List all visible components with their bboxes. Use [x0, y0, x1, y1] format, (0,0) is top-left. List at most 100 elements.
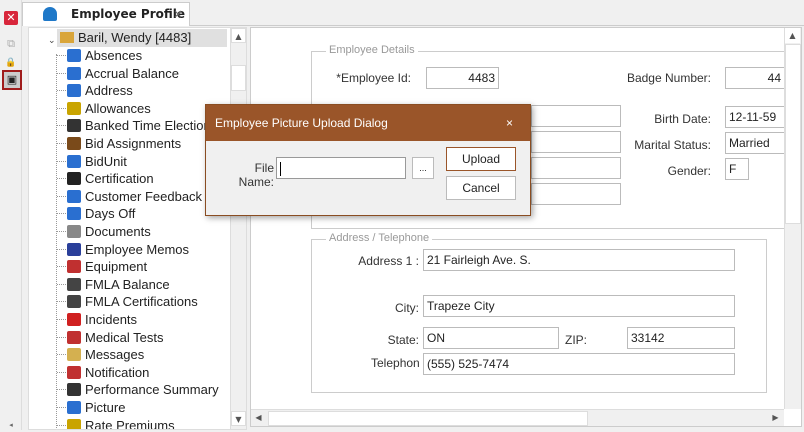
- marital-status-label: Marital Status:: [634, 138, 711, 152]
- copy-icon[interactable]: ⧉: [4, 37, 18, 51]
- tree-scrollbar[interactable]: ▲ ▼: [230, 28, 246, 429]
- birth-date-label: Birth Date:: [654, 112, 711, 126]
- tree-item-icon: [67, 383, 81, 397]
- tree-line: [57, 55, 66, 56]
- tree-item[interactable]: Banked Time Election: [57, 117, 211, 134]
- tree-item[interactable]: Performance Summary: [57, 381, 219, 398]
- tree-item[interactable]: BidUnit: [57, 153, 127, 170]
- scroll-up-button[interactable]: ▲: [231, 28, 246, 43]
- tree-item[interactable]: Employee Memos: [57, 241, 189, 258]
- tree-item-icon: [67, 172, 81, 186]
- birth-date-field[interactable]: 12-11-59: [725, 106, 785, 128]
- tree-item[interactable]: Address: [57, 82, 133, 99]
- tree-item-icon: [67, 207, 81, 221]
- chevron-down-icon[interactable]: ⌄: [48, 36, 56, 46]
- tree-item-icon: [67, 84, 81, 98]
- address1-label: Address 1 :: [358, 254, 419, 268]
- tree-line: [56, 54, 57, 429]
- form-horizontal-scrollbar[interactable]: ◀ ▶: [251, 409, 784, 426]
- file-name-label: File Name:: [238, 161, 274, 189]
- employee-id-label: *Employee Id:: [336, 71, 411, 85]
- tree-root-label: Baril, Wendy [4483]: [78, 30, 192, 45]
- tree-item[interactable]: Medical Tests: [57, 329, 164, 346]
- tree-item[interactable]: Equipment: [57, 258, 147, 275]
- tree-item-label: FMLA Certifications: [85, 294, 198, 310]
- tree-item-label: Performance Summary: [85, 382, 219, 398]
- tree-item-icon: [67, 260, 81, 274]
- tree-item-label: Rate Premiums: [85, 417, 175, 430]
- tree-item[interactable]: Allowances: [57, 100, 151, 117]
- scroll-down-button[interactable]: ▼: [231, 411, 246, 426]
- tree-item-icon: [67, 401, 81, 414]
- city-field[interactable]: Trapeze City: [423, 295, 735, 317]
- lock-icon[interactable]: 🔒: [4, 56, 18, 70]
- scroll-thumb[interactable]: [785, 44, 801, 224]
- tree-item[interactable]: FMLA Certifications: [57, 293, 198, 310]
- tree-item-label: Medical Tests: [85, 329, 164, 345]
- tree-item-label: Notification: [85, 364, 150, 380]
- first-name-field[interactable]: [531, 105, 621, 127]
- scroll-up-button[interactable]: ▲: [785, 28, 800, 43]
- badge-number-field[interactable]: 44: [725, 67, 785, 89]
- tree-item[interactable]: Picture: [57, 399, 125, 416]
- cancel-button[interactable]: Cancel: [446, 176, 516, 200]
- folder-icon: [60, 32, 74, 43]
- dialog-title: Employee Picture Upload Dialog: [215, 116, 388, 130]
- form-vertical-scrollbar[interactable]: ▲: [784, 28, 801, 409]
- close-icon[interactable]: ✕: [4, 11, 18, 25]
- tree-item[interactable]: Bid Assignments: [57, 135, 181, 152]
- tree-item-icon: [67, 119, 81, 133]
- tree-line: [57, 143, 66, 144]
- tree-item-icon: [67, 101, 81, 115]
- scroll-thumb[interactable]: [268, 411, 588, 426]
- tree-item[interactable]: Notification: [57, 364, 150, 381]
- tree-item[interactable]: Documents: [57, 223, 151, 240]
- upload-button[interactable]: Upload: [446, 147, 516, 171]
- tree-item[interactable]: Certification: [57, 170, 154, 187]
- gender-field[interactable]: F: [725, 158, 749, 180]
- scroll-left-button[interactable]: ◀: [251, 410, 266, 425]
- tree-item-label: Incidents: [85, 312, 138, 327]
- state-field[interactable]: ON: [423, 327, 559, 349]
- address1-field[interactable]: 21 Fairleigh Ave. S.: [423, 249, 735, 271]
- scroll-thumb[interactable]: [231, 65, 246, 91]
- tree-item[interactable]: Incidents: [57, 311, 138, 328]
- zip-field[interactable]: 33142: [627, 327, 735, 349]
- tree-line: [57, 336, 66, 338]
- tree-line: [57, 389, 66, 391]
- tree-item[interactable]: Messages: [57, 346, 144, 363]
- gender-label: Gender:: [667, 164, 711, 178]
- tree-item[interactable]: Days Off: [57, 205, 135, 222]
- tree-item-icon: [67, 348, 81, 362]
- tab-employee-profile[interactable]: Employee Profile ×: [22, 2, 190, 26]
- tree-item-label: Banked Time Election: [85, 118, 211, 134]
- tree-line: [57, 266, 66, 268]
- file-name-input[interactable]: [276, 157, 406, 179]
- tab-title: Employee Profile: [71, 7, 186, 21]
- dialog-close-button[interactable]: ×: [506, 105, 513, 141]
- suffix-field[interactable]: [531, 183, 621, 205]
- tree-root[interactable]: Baril, Wendy [4483]: [57, 29, 227, 47]
- tree-line: [57, 424, 66, 426]
- tree-item-icon: [67, 154, 81, 168]
- tab-close-button[interactable]: ×: [173, 3, 183, 25]
- dialog-titlebar: Employee Picture Upload Dialog ×: [206, 105, 530, 141]
- middle-name-field[interactable]: [531, 131, 621, 153]
- scroll-right-button[interactable]: ▶: [768, 410, 783, 425]
- browse-button[interactable]: ...: [412, 157, 434, 179]
- telephone-field[interactable]: (555) 525-7474: [423, 353, 735, 375]
- employee-id-field[interactable]: 4483: [426, 67, 499, 89]
- tree-item[interactable]: Accrual Balance: [57, 65, 179, 82]
- picture-upload-icon[interactable]: ▣: [2, 70, 22, 90]
- tree-item[interactable]: FMLA Balance: [57, 276, 170, 293]
- group-legend: Address / Telephone: [326, 232, 433, 244]
- last-name-field[interactable]: [531, 157, 621, 179]
- tree-line: [57, 354, 66, 356]
- tree-item[interactable]: Absences: [57, 47, 142, 64]
- tree-item[interactable]: Rate Premiums: [57, 417, 175, 430]
- tree-line: [57, 90, 66, 92]
- marital-status-field[interactable]: Married: [725, 132, 785, 154]
- tree-item[interactable]: Customer Feedback: [57, 188, 202, 205]
- tree-line: [57, 125, 66, 127]
- tree-item-icon: [67, 137, 81, 150]
